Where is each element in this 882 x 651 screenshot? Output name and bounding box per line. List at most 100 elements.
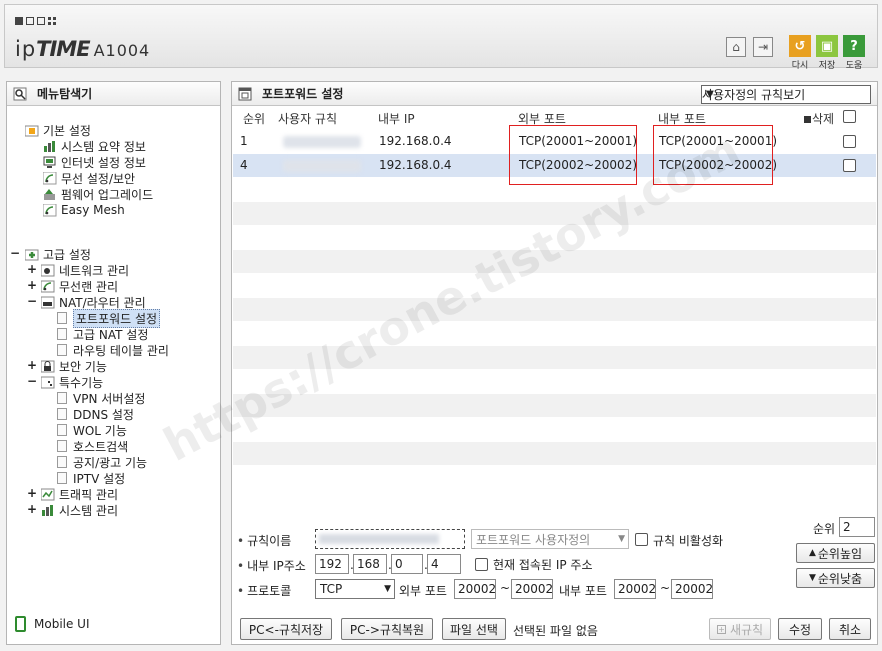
tree-item-wlan[interactable]: 무선랜 관리	[40, 278, 118, 294]
disable-rule-label: 규칙 비활성화	[653, 534, 724, 548]
wifi-icon	[42, 171, 57, 185]
restore-from-pc-button[interactable]: PC->규칙복원	[341, 618, 433, 640]
help-icon[interactable]: ?	[843, 35, 865, 57]
page-title: 포트포워드 설정	[262, 87, 344, 101]
chart-icon	[43, 140, 57, 153]
tree-item-easymesh[interactable]: Easy Mesh	[42, 202, 125, 218]
int-port-from-input[interactable]: 20002	[614, 579, 656, 599]
rule-name-label: 규칙이름	[237, 532, 291, 549]
expand-toggle-network[interactable]: +	[27, 262, 37, 276]
col-rule: 사용자 규칙	[278, 112, 338, 126]
tree-item-portforward[interactable]: 포트포워드 설정	[57, 308, 161, 328]
ip-octet-4-input[interactable]: 4	[427, 554, 461, 574]
brand-logo: ipTIME A1004	[15, 37, 151, 61]
app-header: ipTIME A1004 ⌂ ⇥ ↺ 다시 ▣ 저장 ? 도움	[4, 4, 878, 71]
monitor-icon	[43, 156, 57, 169]
help-label: 도움	[845, 61, 863, 71]
document-icon	[57, 424, 67, 436]
document-icon	[57, 440, 67, 452]
int-port-to-input[interactable]: 20002	[671, 579, 713, 599]
ip-label: 내부 IP주소	[237, 557, 306, 574]
expand-toggle-wlan[interactable]: +	[27, 278, 37, 292]
wifi-icon	[40, 280, 55, 293]
document-icon	[57, 328, 67, 340]
cancel-button[interactable]: 취소	[829, 618, 871, 640]
protocol-select[interactable]: TCP ▼	[315, 579, 395, 599]
tree-item-internet-info[interactable]: 인터넷 설정 정보	[43, 154, 146, 170]
ip-octet-1-input[interactable]: 192	[315, 554, 349, 574]
tree-item-vpn[interactable]: VPN 서버설정	[57, 390, 145, 406]
tree-item-system-summary[interactable]: 시스템 요약 정보	[43, 138, 146, 154]
special-icon	[40, 376, 55, 389]
save-icon[interactable]: ▣	[816, 35, 838, 57]
row-delete-checkbox[interactable]	[843, 135, 856, 148]
ip-octet-2-input[interactable]: 168	[353, 554, 387, 574]
order-down-button[interactable]: ▼ 순위낮춤	[796, 568, 875, 588]
row-delete-checkbox[interactable]	[843, 159, 856, 172]
save-to-pc-button[interactable]: PC<-규칙저장	[240, 618, 332, 640]
tree-item-routing-table[interactable]: 라우팅 테이블 관리	[57, 342, 169, 358]
mobile-ui-link[interactable]: Mobile UI	[15, 616, 90, 632]
file-select-button[interactable]: 파일 선택	[442, 618, 506, 640]
ext-port-from-input[interactable]: 20002	[454, 579, 496, 599]
tree-item-special[interactable]: 특수기능	[40, 374, 103, 390]
logout-icon[interactable]: ⇥	[753, 37, 773, 57]
collapse-toggle-nat[interactable]: −	[27, 294, 37, 308]
rule-view-select[interactable]: ▼ 사용자정의 규칙보기	[701, 85, 871, 104]
ext-port-to-input[interactable]: 20002	[511, 579, 553, 599]
window-icon	[238, 87, 252, 101]
order-input[interactable]: 2	[839, 517, 875, 537]
ip-octet-3-input[interactable]: 0	[391, 554, 423, 574]
int-port-label: 내부 포트	[559, 584, 607, 598]
upgrade-icon	[43, 188, 57, 201]
magnifier-icon	[13, 87, 27, 101]
expand-toggle-system[interactable]: +	[27, 502, 37, 516]
current-ip-label: 현재 접속된 IP 주소	[493, 558, 593, 572]
ext-port-label: 외부 포트	[399, 584, 447, 598]
col-delete[interactable]: 삭제	[804, 110, 834, 128]
tree-group-advanced[interactable]: 고급 설정	[24, 246, 91, 262]
file-status: 선택된 파일 없음	[513, 624, 598, 638]
folder-plus-icon	[24, 248, 39, 261]
chevron-down-icon: ▼	[384, 584, 391, 594]
chevron-down-icon: ▼	[618, 534, 625, 544]
tree-group-basic[interactable]: 기본 설정	[24, 122, 91, 138]
arrow-down-icon: ▼	[808, 573, 816, 583]
home-icon[interactable]: ⌂	[726, 37, 746, 57]
rule-name-input[interactable]	[315, 529, 465, 549]
select-all-checkbox[interactable]	[843, 110, 856, 123]
phone-icon	[15, 616, 26, 632]
tree-item-wireless[interactable]: 무선 설정/보안	[42, 170, 135, 186]
redacted-rule-name	[283, 136, 361, 148]
tree-item-advanced-nat[interactable]: 고급 NAT 설정	[57, 326, 148, 342]
network-icon	[40, 264, 55, 277]
preset-select[interactable]: 포트포워드 사용자정의 ▼	[471, 529, 629, 549]
document-icon	[57, 392, 67, 404]
document-icon	[57, 408, 67, 420]
tree-item-ddns[interactable]: DDNS 설정	[57, 406, 134, 422]
current-ip-checkbox[interactable]	[475, 558, 488, 571]
expand-toggle-security[interactable]: +	[27, 358, 37, 372]
tree-item-notice[interactable]: 공지/광고 기능	[57, 454, 147, 470]
menu-explorer: 메뉴탐색기 기본 설정 시스템 요약 정보 인터넷 설정 정보 무선 설정/보안…	[6, 81, 221, 645]
delete-icon	[804, 116, 811, 123]
refresh-icon[interactable]: ↺	[789, 35, 811, 57]
tree-item-security[interactable]: 보안 기능	[40, 358, 107, 374]
tree-item-iptv[interactable]: IPTV 설정	[57, 470, 125, 486]
disable-rule-checkbox[interactable]	[635, 533, 648, 546]
expand-toggle-traffic[interactable]: +	[27, 486, 37, 500]
tree-item-system[interactable]: 시스템 관리	[41, 502, 118, 518]
col-order: 순위	[243, 112, 266, 126]
tree-item-host-search[interactable]: 호스트검색	[57, 438, 128, 454]
redacted-rule-name	[283, 160, 361, 172]
order-up-button[interactable]: ▲ 순위높임	[796, 543, 875, 563]
tree-item-firmware[interactable]: 펌웨어 업그레이드	[43, 186, 153, 202]
collapse-toggle-special[interactable]: −	[27, 374, 37, 388]
tree-item-traffic[interactable]: 트래픽 관리	[40, 486, 118, 502]
document-icon	[57, 456, 67, 468]
collapse-toggle-advanced[interactable]: −	[10, 246, 20, 260]
tree-item-wol[interactable]: WOL 기능	[57, 422, 127, 438]
tree-item-network[interactable]: 네트워크 관리	[40, 262, 129, 278]
modify-button[interactable]: 수정	[778, 618, 822, 640]
new-rule-button[interactable]: + 새규칙	[709, 618, 771, 640]
